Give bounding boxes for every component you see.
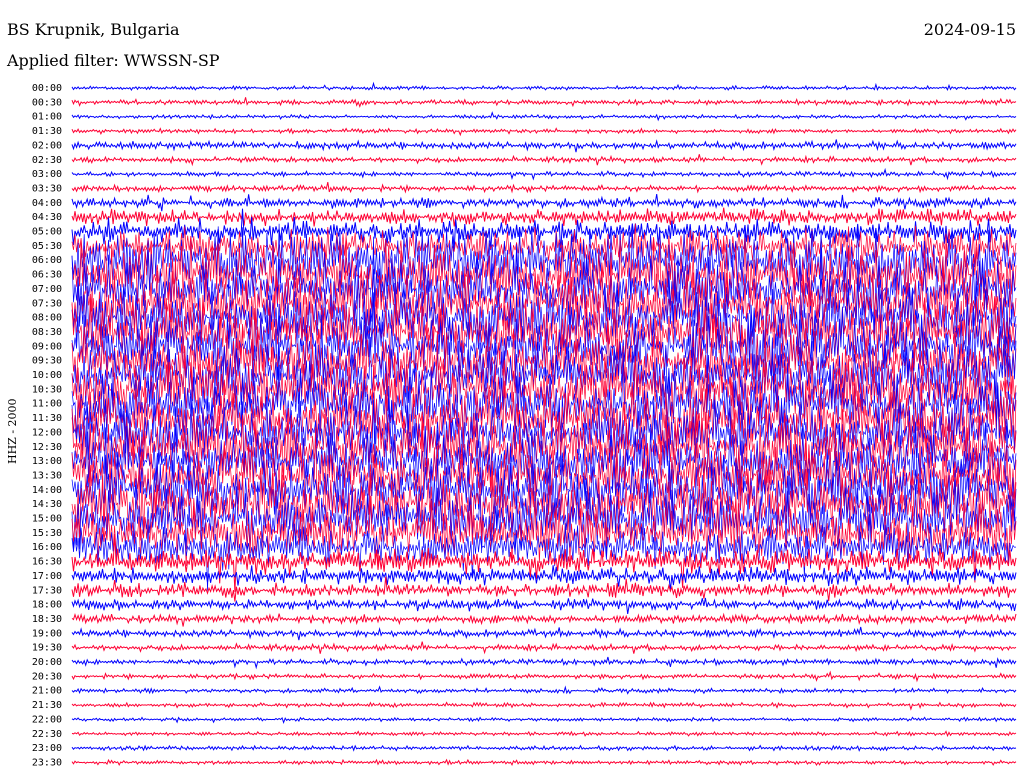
trace-line-1930 (71, 641, 1017, 655)
time-tick-label: 10:00 (32, 370, 62, 381)
time-tick-label: 15:00 (32, 514, 62, 525)
trace-line-2230 (71, 730, 1017, 738)
time-tick-label: 21:00 (32, 686, 62, 697)
time-tick-label: 16:30 (32, 557, 62, 568)
trace-line-0130 (71, 127, 1017, 137)
time-tick-label: 19:30 (32, 643, 62, 654)
time-tick-label: 14:00 (32, 485, 62, 496)
time-tick-label: 20:00 (32, 657, 62, 668)
time-tick-label: 15:30 (32, 528, 62, 539)
trace-line-2130 (71, 701, 1017, 711)
time-tick-label: 04:00 (32, 198, 62, 209)
time-tick-label: 09:00 (32, 341, 62, 352)
time-tick-label: 07:00 (32, 284, 62, 295)
time-tick-label: 05:00 (32, 227, 62, 238)
time-tick-label: 01:00 (32, 112, 62, 123)
trace-line-1800 (71, 597, 1017, 614)
time-tick-label: 06:00 (32, 255, 62, 266)
time-tick-label: 01:30 (32, 126, 62, 137)
time-tick-label: 20:30 (32, 671, 62, 682)
time-tick-label: 10:30 (32, 384, 62, 395)
trace-line-2330 (71, 758, 1017, 767)
time-tick-label: 13:30 (32, 470, 62, 481)
time-tick-label: 22:30 (32, 729, 62, 740)
time-tick-label: 02:00 (32, 140, 62, 151)
time-tick-label: 07:30 (32, 298, 62, 309)
time-tick-label: 03:30 (32, 183, 62, 194)
trace-line-2030 (71, 670, 1017, 683)
time-tick-label: 18:00 (32, 600, 62, 611)
trace-line-0400 (71, 194, 1017, 212)
trace-line-0000 (71, 81, 1017, 92)
trace-line-0330 (71, 181, 1017, 194)
time-tick-label: 08:00 (32, 313, 62, 324)
time-tick-label: 00:30 (32, 97, 62, 108)
time-tick-label: 17:00 (32, 571, 62, 582)
time-tick-label: 13:00 (32, 456, 62, 467)
trace-line-0300 (71, 167, 1017, 181)
time-tick-label: 11:30 (32, 413, 62, 424)
trace-line-0030 (71, 97, 1017, 109)
time-tick-label: 18:30 (32, 614, 62, 625)
time-tick-label: 06:30 (32, 270, 62, 281)
time-tick-label: 09:30 (32, 356, 62, 367)
time-tick-label: 19:00 (32, 628, 62, 639)
seismogram-chart: 00:00 00:30 01:00 01:30 02:00 02:30 03:00 03:30… (32, 81, 1017, 768)
trace-line-2000 (71, 656, 1017, 670)
trace-line-0230 (71, 154, 1017, 167)
time-tick-label: 23:30 (32, 757, 62, 768)
time-tick-label: 05:30 (32, 241, 62, 252)
time-tick-label: 11:00 (32, 399, 62, 410)
time-tick-label: 14:30 (32, 499, 62, 510)
trace-line-1830 (71, 612, 1017, 627)
trace-line-1700 (71, 565, 1017, 591)
time-tick-label: 03:00 (32, 169, 62, 180)
time-tick-label: 08:30 (32, 327, 62, 338)
trace-line-0430 (71, 207, 1017, 227)
trace-line-0200 (71, 139, 1017, 153)
trace-line-1900 (71, 626, 1017, 641)
trace-line-2300 (71, 744, 1017, 752)
trace-line-2200 (71, 716, 1017, 725)
time-tick-label: 00:00 (32, 83, 62, 94)
time-tick-label: 21:30 (32, 700, 62, 711)
time-tick-labels: 00:00 00:30 01:00 01:30 02:00 02:30 03:00 03:30… (32, 83, 62, 768)
time-tick-label: 12:00 (32, 427, 62, 438)
time-tick-label: 16:00 (32, 542, 62, 553)
time-tick-label: 04:30 (32, 212, 62, 223)
time-tick-label: 12:30 (32, 442, 62, 453)
trace-line-1730 (71, 576, 1017, 602)
time-tick-label: 22:00 (32, 714, 62, 725)
trace-line-2100 (71, 685, 1017, 695)
trace-group (71, 81, 1017, 767)
time-tick-label: 17:30 (32, 585, 62, 596)
time-tick-label: 23:00 (32, 743, 62, 754)
time-tick-label: 02:30 (32, 155, 62, 166)
trace-line-0100 (71, 111, 1017, 122)
